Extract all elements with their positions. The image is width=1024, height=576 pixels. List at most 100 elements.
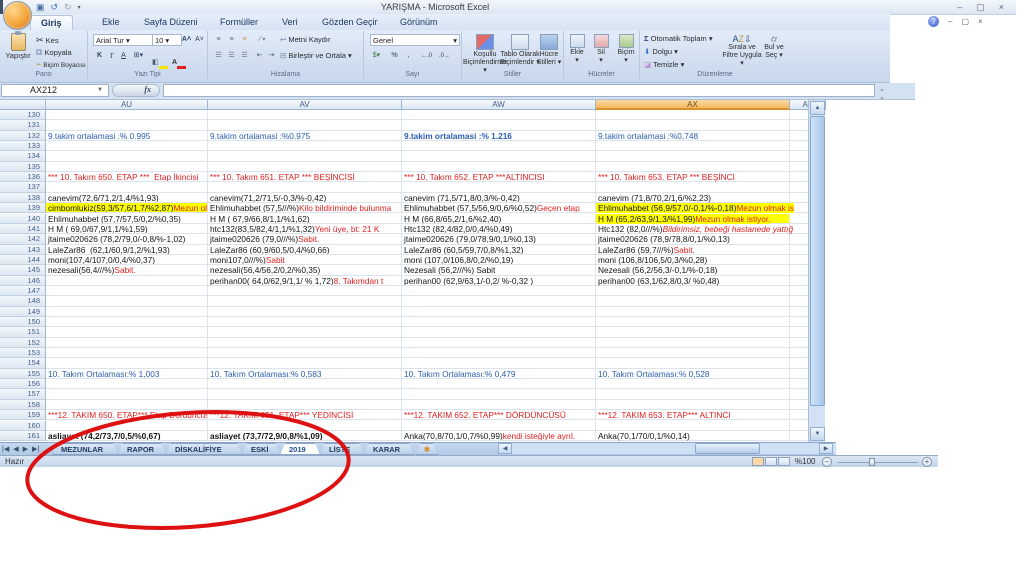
cell-AU141[interactable]: H M ( 69,0/67,9/1,1/%1,59) bbox=[46, 224, 208, 234]
paste-button[interactable]: Yapıştır bbox=[3, 33, 33, 60]
borders-icon[interactable]: ⊞▾ bbox=[132, 50, 145, 62]
cell-AV138[interactable]: canevim(71,2/71,5/-0,3/%-0,42) bbox=[208, 193, 402, 203]
cell-AX160[interactable] bbox=[596, 421, 790, 431]
cell-AU157[interactable] bbox=[46, 389, 208, 399]
cell-AW139[interactable]: Ehlimuhabbet (57,5/56,9/0,6/%0,52)Geçen … bbox=[402, 203, 596, 213]
column-header-ax[interactable]: AX bbox=[596, 100, 790, 110]
sheet-tab-2019[interactable]: 2019 bbox=[280, 443, 320, 455]
cell-AU137[interactable] bbox=[46, 182, 208, 192]
increase-indent-icon[interactable]: ⇥ bbox=[265, 50, 278, 62]
underline-button[interactable]: A bbox=[117, 50, 130, 62]
zoom-out-icon[interactable]: – bbox=[822, 457, 832, 467]
name-box[interactable]: AX212 bbox=[1, 84, 109, 97]
first-sheet-icon[interactable]: |◀ bbox=[2, 444, 9, 455]
tab-formuller[interactable]: Formüller bbox=[210, 15, 268, 30]
cell-AV159[interactable]: ***12. TAKIM 651. ETAP*** YEDİNCİSİ bbox=[208, 410, 402, 420]
cell-AW150[interactable] bbox=[402, 317, 596, 327]
row-header[interactable]: 151 bbox=[0, 327, 46, 337]
cell-AU139[interactable]: cimbomlukiz(59,3/57,6/1,7/%2,87)Mezun ol… bbox=[46, 203, 208, 213]
cell-AU160[interactable] bbox=[46, 421, 208, 431]
row-header[interactable]: 142 bbox=[0, 234, 46, 244]
cell-AX144[interactable]: moni (106,8/106,5/0,3/%0,28) bbox=[596, 255, 790, 265]
cell-AV158[interactable] bbox=[208, 400, 402, 410]
shrink-font-icon[interactable]: A˅ bbox=[193, 34, 206, 46]
cell-AX152[interactable] bbox=[596, 338, 790, 348]
row-header[interactable]: 153 bbox=[0, 348, 46, 358]
sheet-tab-eski[interactable]: ESKİ bbox=[242, 443, 280, 455]
cell-AW146[interactable]: perihan00 (62,9/63,1/-0,2/ %-0,32 ) bbox=[402, 276, 596, 286]
insert-function-button[interactable]: fx bbox=[112, 84, 160, 97]
help-icon[interactable]: ? bbox=[928, 16, 939, 27]
zoom-in-icon[interactable]: + bbox=[922, 457, 932, 467]
row-header[interactable]: 155 bbox=[0, 369, 46, 379]
row-header[interactable]: 160 bbox=[0, 421, 46, 431]
page-layout-view-icon[interactable] bbox=[765, 457, 777, 466]
cell-AU133[interactable] bbox=[46, 141, 208, 151]
close-button[interactable]: × bbox=[999, 2, 1004, 13]
cell-AV149[interactable] bbox=[208, 307, 402, 317]
cell-AY153[interactable] bbox=[790, 348, 808, 358]
cell-AW145[interactable]: Nezesali (56,2///%) Sabit bbox=[402, 265, 596, 275]
cell-AU136[interactable]: *** 10. Takım 650. ETAP *** Etap İkincis… bbox=[46, 172, 208, 182]
cell-AW152[interactable] bbox=[402, 338, 596, 348]
sheet-tab-karar[interactable]: KARAR bbox=[364, 443, 414, 455]
delete-cells-button[interactable]: Sil▾ bbox=[590, 34, 612, 65]
row-header[interactable]: 154 bbox=[0, 358, 46, 368]
tab-gorunum[interactable]: Görünüm bbox=[390, 15, 448, 30]
vertical-scrollbar[interactable]: ▲ ▼ bbox=[808, 100, 825, 442]
row-header[interactable]: 158 bbox=[0, 400, 46, 410]
cell-AV137[interactable] bbox=[208, 182, 402, 192]
vertical-scroll-thumb[interactable] bbox=[810, 116, 825, 406]
cell-AY138[interactable] bbox=[790, 193, 808, 203]
cell-AW153[interactable] bbox=[402, 348, 596, 358]
cell-AW131[interactable] bbox=[402, 120, 596, 130]
cell-AY140[interactable] bbox=[790, 214, 808, 224]
cell-AU145[interactable]: nezesali(56,4///%)Sabit. bbox=[46, 265, 208, 275]
cell-AW159[interactable]: ***12. TAKIM 652. ETAP*** DÖRDÜNCÜSÜ bbox=[402, 410, 596, 420]
currency-icon[interactable]: $▾ bbox=[370, 50, 383, 62]
cell-AY131[interactable] bbox=[790, 120, 808, 130]
cell-AU143[interactable]: LaleZar86 (62,1/60,9/1,2/%1,93) bbox=[46, 245, 208, 255]
cell-AW137[interactable] bbox=[402, 182, 596, 192]
cell-AY134[interactable] bbox=[790, 151, 808, 161]
cell-AW142[interactable]: jtaime020626 (79,0/78,9/0,1/%0,13) bbox=[402, 234, 596, 244]
cell-AU135[interactable] bbox=[46, 162, 208, 172]
cell-AX151[interactable] bbox=[596, 327, 790, 337]
row-header[interactable]: 135 bbox=[0, 162, 46, 172]
cell-AY147[interactable] bbox=[790, 286, 808, 296]
align-bottom-icon[interactable]: ≡ bbox=[238, 34, 251, 46]
comma-icon[interactable]: , bbox=[402, 50, 415, 62]
cell-AU159[interactable]: ***12. TAKIM 650. ETAP*** Etap Dördüncüs… bbox=[46, 410, 208, 420]
cell-AV161[interactable]: asliayet (73,7/72,9/0,8/%1,09) bbox=[208, 431, 402, 441]
prev-sheet-icon[interactable]: ◀ bbox=[13, 444, 18, 455]
row-header[interactable]: 138 bbox=[0, 193, 46, 203]
cell-AV131[interactable] bbox=[208, 120, 402, 130]
cell-AW132[interactable]: 9.takim ortalamasi :% 1.216 bbox=[402, 131, 596, 141]
page-break-view-icon[interactable] bbox=[778, 457, 790, 466]
cell-styles-button[interactable]: Hücre Stilleri ▾ bbox=[532, 34, 566, 67]
cell-AY148[interactable] bbox=[790, 296, 808, 306]
cell-AV151[interactable] bbox=[208, 327, 402, 337]
cell-AU150[interactable] bbox=[46, 317, 208, 327]
font-size-select[interactable]: 10 ▾ bbox=[152, 34, 182, 46]
cell-AY149[interactable] bbox=[790, 307, 808, 317]
cell-AY161[interactable] bbox=[790, 431, 808, 441]
cell-AY144[interactable] bbox=[790, 255, 808, 265]
cell-AY133[interactable] bbox=[790, 141, 808, 151]
cell-AU155[interactable]: 10. Takım Ortalaması:% 1,003 bbox=[46, 369, 208, 379]
cell-AX136[interactable]: *** 10. Takım 653. ETAP *** BEŞİNCİ bbox=[596, 172, 790, 182]
cell-AX140[interactable]: H M (65,2/63,9/1,3/%1,99)Mezun olmak ist… bbox=[596, 214, 790, 224]
cell-AY136[interactable] bbox=[790, 172, 808, 182]
workbook-minimize-icon[interactable]: – bbox=[948, 17, 952, 26]
font-name-select[interactable]: Arial Tur ▾ bbox=[93, 34, 155, 46]
cell-AV136[interactable]: *** 10. Takım 651. ETAP *** BEŞİNCİSİ bbox=[208, 172, 402, 182]
row-header[interactable]: 144 bbox=[0, 255, 46, 265]
cell-AU140[interactable]: Ehlimuhabbet (57,7/57,5/0,2/%0,35) bbox=[46, 214, 208, 224]
find-select-button[interactable]: ⌭ Bul ve Seç ▾ bbox=[760, 34, 788, 60]
align-right-icon[interactable]: ☰ bbox=[238, 50, 251, 62]
cell-AY145[interactable] bbox=[790, 265, 808, 275]
cell-AW144[interactable]: moni (107,0/106,8/0,2/%0,19) bbox=[402, 255, 596, 265]
row-header[interactable]: 148 bbox=[0, 296, 46, 306]
insert-worksheet-tab[interactable]: ✱ bbox=[416, 443, 438, 455]
row-header[interactable]: 137 bbox=[0, 182, 46, 192]
